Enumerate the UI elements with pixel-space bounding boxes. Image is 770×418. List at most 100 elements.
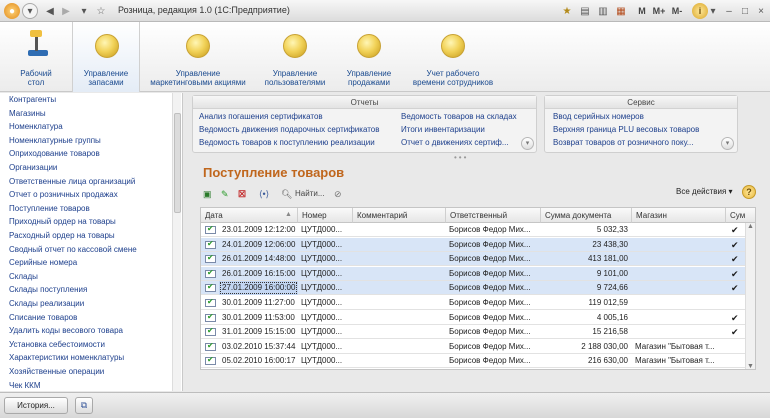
nav-item[interactable]: Номенклатура (9, 120, 63, 133)
nav-item[interactable]: Хозяйственные операции (9, 365, 104, 378)
table-row[interactable]: 27.01.2009 16:00:00ЦУТД000... Борисов Фед… (201, 281, 745, 296)
cell-comment (353, 296, 446, 310)
minimize-button[interactable]: – (722, 3, 736, 19)
back-icon[interactable]: ◀ (44, 3, 56, 19)
mem-m-button[interactable]: M (636, 3, 648, 19)
report-link[interactable]: Ведомость товаров на складах (401, 111, 517, 123)
nav-item[interactable]: Контрагенты (9, 93, 56, 106)
report-link[interactable]: Итоги инвентаризации (401, 124, 485, 136)
nav-scrollbar[interactable] (172, 93, 181, 391)
nav-item[interactable]: Установка себестоимости (9, 338, 105, 351)
report-link[interactable]: Анализ погашения сертификатов (199, 111, 323, 123)
nav-item[interactable]: Удалить коды весового товара (9, 324, 123, 337)
create-icon[interactable]: ▣ (203, 187, 212, 201)
section-worktime[interactable]: Учет рабочего времени сотрудников (408, 22, 498, 92)
column-header[interactable]: Номер (298, 208, 353, 223)
maximize-button[interactable]: □ (738, 3, 752, 19)
nav-item[interactable]: Склады (9, 270, 38, 283)
table-row[interactable]: 30.01.2009 11:53:00 ЦУТД000... Борисов Фед… (201, 311, 745, 325)
nav-item[interactable]: Поступление товаров (9, 202, 90, 215)
nav-item[interactable]: Склады реализации (9, 297, 84, 310)
table-row[interactable]: 03.02.2010 15:37:44 ЦУТД000... Борисов Фед… (201, 340, 745, 354)
column-header[interactable]: Ответственный (446, 208, 541, 223)
scroll-down-icon[interactable]: ▼ (747, 363, 754, 369)
column-header[interactable]: Сумма документа (541, 208, 632, 223)
mem-minus-button[interactable]: M- (670, 3, 684, 19)
posted-document-icon (205, 282, 216, 293)
section-marketing[interactable]: Управление маркетинговыми акциями (146, 22, 250, 92)
report-link[interactable]: Ведомость движения подарочных сертификат… (199, 124, 380, 136)
table-row[interactable]: 23.01.2009 12:12:00 ЦУТД000... Борисов Фед… (201, 223, 745, 237)
all-actions-button[interactable]: Все действия ▾ (676, 187, 733, 196)
edit-icon[interactable]: ✎ (221, 187, 229, 201)
close-button[interactable]: × (754, 3, 768, 19)
table-row[interactable]: 30.01.2009 11:27:00 ЦУТД000... Борисов Фед… (201, 296, 745, 310)
report-link[interactable]: Отчет о движениях сертиф... (401, 137, 509, 149)
nav-item[interactable]: Номенклатурные группы (9, 134, 101, 147)
section-inventory[interactable]: Управление запасами (72, 22, 140, 92)
scroll-up-icon[interactable]: ▲ (747, 223, 754, 230)
forward-icon[interactable]: ▶ (60, 3, 72, 19)
nav-item[interactable]: Оприходование товаров (9, 147, 100, 160)
cell-comment (353, 267, 446, 281)
app-menu-icon[interactable]: ● (4, 3, 20, 19)
nav-item[interactable]: Организации (9, 161, 57, 174)
nav-item[interactable]: Отчет о розничных продажах (9, 188, 118, 201)
report-link[interactable]: Ведомость товаров к поступлению реализац… (199, 137, 375, 149)
cell-date: 30.01.2009 11:53:00 (222, 312, 295, 322)
cell-date: 05.02.2010 16:00:17 (222, 356, 296, 366)
table-row[interactable]: 31.01.2009 15:15:00 ЦУТД000... Борисов Фед… (201, 325, 745, 340)
windows-icon[interactable]: ⧉ (75, 397, 93, 414)
cancel-search-icon[interactable]: ⊘ (334, 187, 342, 201)
find-button[interactable]: Найти... (295, 187, 325, 201)
nav-item[interactable]: Ответственные лица организаций (9, 175, 135, 188)
history-button[interactable]: История... (4, 397, 68, 414)
menu-arrow-icon-2[interactable]: ▾ (708, 3, 718, 19)
nav-item[interactable]: Сводный отчет по кассовой смене (9, 243, 137, 256)
search-icon[interactable]: 🔍︎ (281, 187, 292, 201)
calendar-icon[interactable]: ▦ (614, 3, 628, 19)
nav-scroll-thumb[interactable] (174, 113, 181, 213)
column-header[interactable]: Сум (726, 208, 755, 223)
table-row[interactable]: 05.02.2010 16:00:17 ЦУТД000... Борисов Фед… (201, 354, 745, 369)
bookmark-icon[interactable]: ★ (560, 3, 574, 19)
service-link[interactable]: Ввод серийных номеров (553, 111, 644, 123)
cell-comment (353, 340, 446, 354)
dropdown-icon[interactable]: ▾ (22, 3, 38, 19)
mark-icon[interactable]: ⟨•⟩ (259, 187, 269, 201)
menu-arrow-icon[interactable]: ▾ (78, 3, 90, 19)
service-link[interactable]: Верхняя граница PLU весовых товаров (553, 124, 699, 136)
nav-item[interactable]: Характеристики номенклатуры (9, 351, 124, 364)
nav-item[interactable]: Чек ККМ (9, 379, 41, 391)
nav-item[interactable]: Списание товаров (9, 311, 77, 324)
service-link[interactable]: Возврат товаров от розничного поку... (553, 137, 693, 149)
nav-item[interactable]: Приходный ордер на товары (9, 215, 116, 228)
section-users[interactable]: Управление пользователями (258, 22, 332, 92)
table-row[interactable]: 24.01.2009 12:06:00 ЦУТД000... Борисов Фед… (201, 237, 745, 252)
table-row[interactable]: 26.01.2009 16:15:00 ЦУТД000... Борисов Фед… (201, 266, 745, 281)
nav-item[interactable]: Серийные номера (9, 256, 77, 269)
column-header[interactable]: Комментарий (353, 208, 446, 223)
nav-item[interactable]: Склады поступления (9, 283, 87, 296)
column-header[interactable]: Дата (201, 208, 298, 223)
mem-plus-button[interactable]: M+ (652, 3, 666, 19)
info-icon[interactable]: i (692, 3, 708, 19)
delete-icon[interactable]: ☒ (238, 187, 246, 201)
nav-item[interactable]: Расходный ордер на товары (9, 229, 115, 242)
reports-more-icon[interactable]: ▾ (521, 137, 534, 150)
service-more-icon[interactable]: ▾ (721, 137, 734, 150)
column-header[interactable]: Магазин (632, 208, 726, 223)
nav-item[interactable]: Магазины (9, 107, 46, 120)
cell-sum: 2 188 030,00 (581, 341, 628, 351)
cell-shop (632, 238, 726, 252)
section-sales[interactable]: Управление продажами (338, 22, 400, 92)
doc-icon[interactable]: ▤ (578, 3, 592, 19)
splitter-handle[interactable]: ••• (454, 153, 468, 162)
favorites-star-icon[interactable]: ☆ (94, 3, 108, 19)
table-row[interactable]: 26.01.2009 14:48:00 ЦУТД000... Борисов Фед… (201, 252, 745, 267)
print-icon[interactable]: ▥ (596, 3, 610, 19)
cell-comment (353, 238, 446, 252)
section-desktop[interactable]: Рабочий стол (8, 22, 64, 92)
help-button[interactable]: ? (742, 185, 756, 199)
table-scrollbar[interactable]: ▲ ▼ (745, 223, 755, 369)
